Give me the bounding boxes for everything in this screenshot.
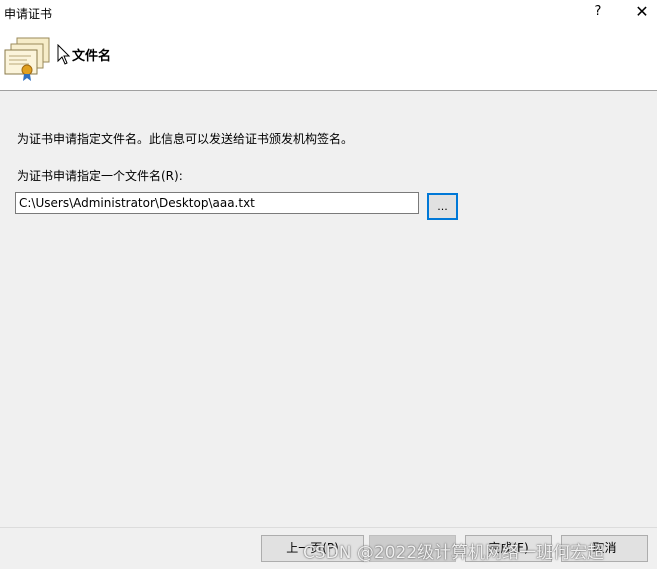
certificate-request-dialog: 申请证书 ? ✕ 文件名 为证书申请指定文件名。此信息可以发送给证书颁发机构签名… (0, 0, 657, 569)
certificate-icon (4, 37, 50, 81)
page-description: 为证书申请指定文件名。此信息可以发送给证书颁发机构签名。 (17, 132, 354, 146)
page-title: 文件名 (72, 49, 112, 64)
filename-label: 为证书申请指定一个文件名(R): (17, 169, 183, 183)
mouse-cursor-icon (57, 44, 71, 65)
filename-input[interactable] (15, 192, 419, 214)
browse-button[interactable]: ... (427, 193, 458, 220)
title-bar: 申请证书 ? ✕ (0, 0, 657, 24)
wizard-header: 文件名 (0, 24, 657, 91)
help-button[interactable]: ? (578, 0, 618, 24)
close-button[interactable]: ✕ (622, 0, 657, 24)
watermark: CSDN @2022级计算机网络一班何宏超 (303, 543, 605, 563)
window-title: 申请证书 (4, 7, 53, 21)
